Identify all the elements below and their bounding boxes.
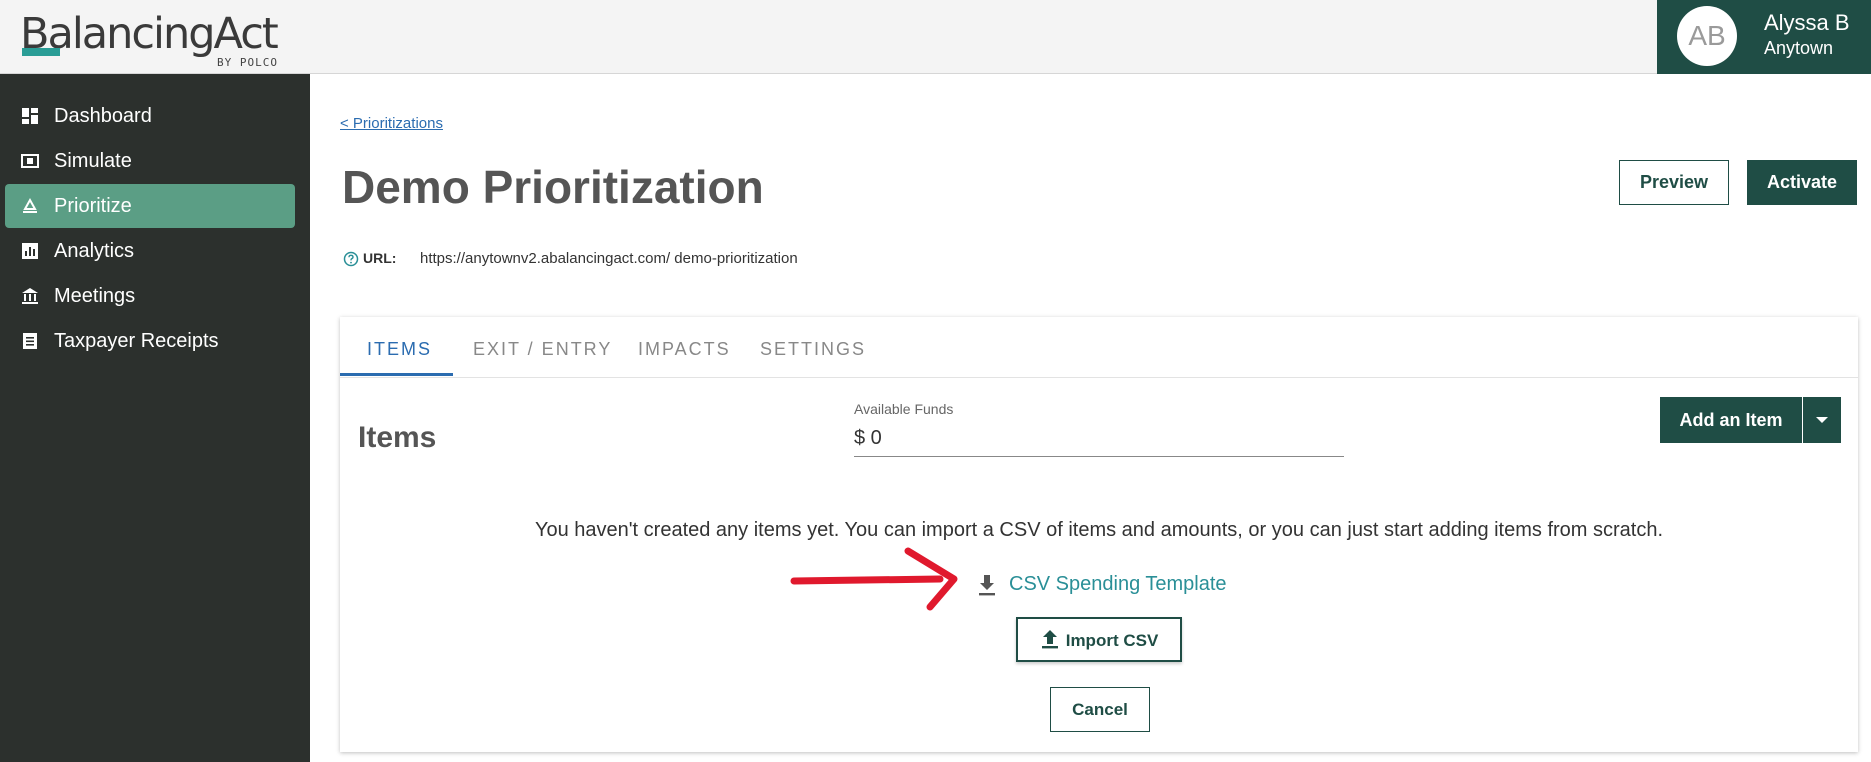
sidebar-item-label: Dashboard xyxy=(54,105,152,127)
active-tab-indicator xyxy=(340,373,453,376)
available-funds-field[interactable]: $ 0 xyxy=(854,421,1344,457)
import-csv-button[interactable]: Import CSV xyxy=(1016,617,1182,662)
sidebar-item-label: Meetings xyxy=(54,285,136,307)
sidebar-item-label: Taxpayer Receipts xyxy=(54,330,219,352)
logo-subtitle: BY POLCO xyxy=(217,56,278,69)
preview-button[interactable]: Preview xyxy=(1619,160,1729,205)
meetings-icon xyxy=(22,288,38,304)
add-item-button[interactable]: Add an Item xyxy=(1660,397,1802,443)
url-label: URL: xyxy=(363,250,397,266)
url-value: https://anytownv2.abalancingact.com/ dem… xyxy=(420,250,798,267)
sidebar-item-simulate[interactable]: Simulate xyxy=(5,139,295,183)
page-title: Demo Prioritization xyxy=(342,161,764,213)
empty-items-message: You haven't created any items yet. You c… xyxy=(534,519,1664,541)
user-menu[interactable]: AB Alyssa B Anytown xyxy=(1657,0,1871,74)
items-section-title: Items xyxy=(358,421,437,454)
sidebar-item-analytics[interactable]: Analytics xyxy=(5,229,295,273)
logo-accent-bar xyxy=(22,48,60,56)
user-name: Alyssa B xyxy=(1764,10,1850,35)
help-icon[interactable] xyxy=(343,251,359,267)
add-item-dropdown-button[interactable] xyxy=(1803,397,1841,443)
upload-icon xyxy=(1041,630,1058,649)
sidebar: Dashboard Simulate Prioritize Analytics … xyxy=(0,74,310,762)
sidebar-item-meetings[interactable]: Meetings xyxy=(5,274,295,318)
tab-settings[interactable]: SETTINGS xyxy=(760,339,866,360)
import-csv-label: Import CSV xyxy=(1065,631,1159,650)
sidebar-item-label: Prioritize xyxy=(54,195,132,217)
breadcrumb[interactable]: < Prioritizations xyxy=(340,115,443,132)
sidebar-item-dashboard[interactable]: Dashboard xyxy=(5,94,295,138)
balancing-act-logo[interactable]: BalancingAct BY POLCO xyxy=(20,6,290,70)
download-icon xyxy=(979,575,995,596)
annotation-arrow-icon xyxy=(790,547,958,611)
tab-items[interactable]: ITEMS xyxy=(367,339,432,360)
sidebar-item-prioritize[interactable]: Prioritize xyxy=(5,184,295,228)
analytics-icon xyxy=(22,243,38,259)
cancel-button[interactable]: Cancel xyxy=(1050,687,1150,732)
top-header: BalancingAct BY POLCO AB Alyssa B Anytow… xyxy=(0,0,1871,74)
sidebar-item-taxpayer-receipts[interactable]: Taxpayer Receipts xyxy=(5,319,295,363)
receipts-icon xyxy=(23,333,37,349)
prioritize-icon xyxy=(23,197,37,213)
dashboard-icon xyxy=(22,108,38,124)
available-funds-label: Available Funds xyxy=(854,401,954,417)
csv-template-label: CSV Spending Template xyxy=(1009,573,1227,595)
sidebar-item-label: Analytics xyxy=(54,240,135,262)
items-card: ITEMS EXIT / ENTRY IMPACTS SETTINGS Item… xyxy=(340,317,1858,752)
avatar: AB xyxy=(1677,6,1737,66)
tab-bar: ITEMS EXIT / ENTRY IMPACTS SETTINGS xyxy=(340,317,1858,378)
tab-exit-entry[interactable]: EXIT / ENTRY xyxy=(473,339,612,360)
available-funds-value: $ 0 xyxy=(854,427,882,449)
user-org: Anytown xyxy=(1764,38,1834,58)
sidebar-item-label: Simulate xyxy=(54,150,132,172)
tab-impacts[interactable]: IMPACTS xyxy=(638,339,731,360)
simulate-icon xyxy=(21,154,39,168)
activate-button[interactable]: Activate xyxy=(1747,160,1857,205)
